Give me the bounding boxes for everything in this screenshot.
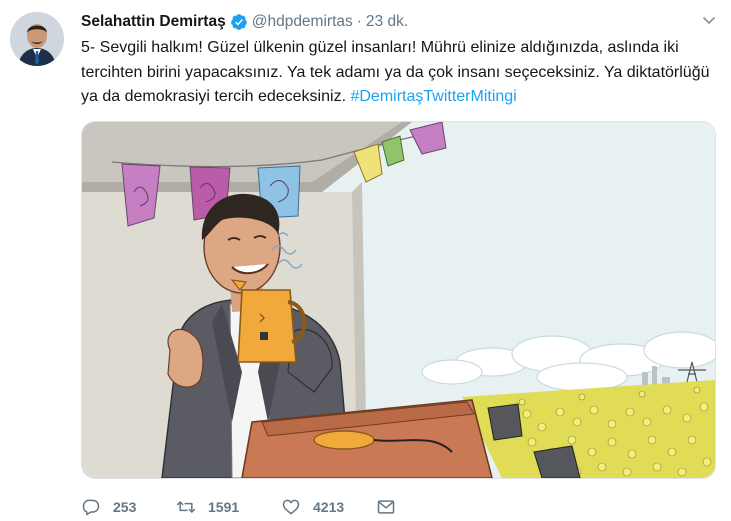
tweet-actions: 253 1591 4213	[81, 496, 396, 518]
like-button[interactable]: 4213	[281, 497, 376, 517]
reply-button[interactable]: 253	[81, 497, 176, 517]
retweet-count: 1591	[208, 499, 240, 515]
tweet-header: Selahattin Demirtaş @hdpdemirtas · 23 dk…	[81, 12, 408, 32]
avatar-image	[10, 12, 64, 66]
tweet-media-image[interactable]	[81, 121, 716, 479]
hashtag-link[interactable]: #DemirtaşTwitterMitingi	[350, 88, 516, 105]
avatar[interactable]	[10, 12, 64, 66]
user-handle[interactable]: @hdpdemirtas	[252, 13, 353, 31]
verified-badge-icon	[230, 14, 247, 30]
reply-count: 253	[113, 499, 137, 515]
retweet-button[interactable]: 1591	[176, 497, 281, 517]
retweet-icon	[176, 501, 196, 513]
envelope-icon	[377, 500, 395, 514]
tweet-text: 5- Sevgili halkım! Güzel ülkenin güzel i…	[81, 36, 716, 110]
separator-dot: ·	[356, 13, 362, 30]
reply-icon	[82, 499, 100, 516]
tweet-timestamp[interactable]: 23 dk.	[366, 13, 408, 31]
like-count: 4213	[313, 499, 345, 515]
chevron-down-icon[interactable]	[701, 12, 717, 28]
display-name[interactable]: Selahattin Demirtaş	[81, 13, 226, 31]
rally-illustration	[82, 122, 715, 478]
heart-icon	[282, 499, 300, 515]
direct-message-button[interactable]	[376, 497, 396, 517]
